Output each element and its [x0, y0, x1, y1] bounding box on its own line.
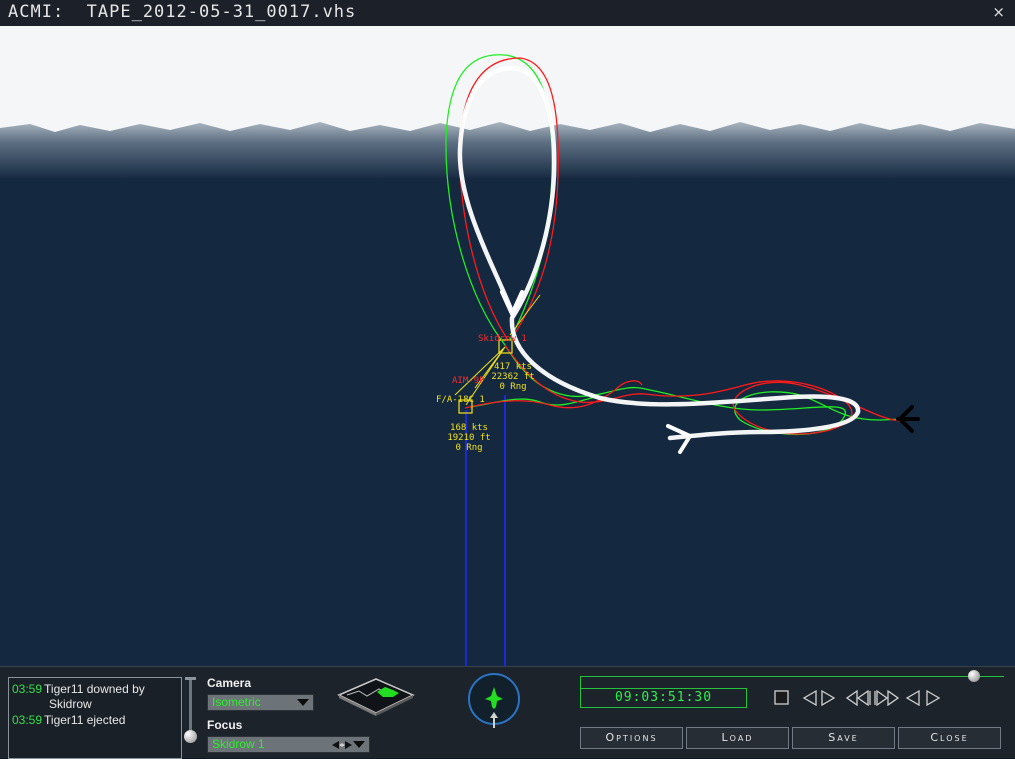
acmi-3d-view[interactable]: Skidrow 1 417 kts 22362 ft 0 Rng AIM-9P … [0, 26, 1015, 666]
playback-time: 09:03:51:30 [580, 688, 747, 708]
load-button-label: Load [721, 731, 754, 744]
log-entry: 03:59 Tiger11 ejected [12, 713, 125, 728]
log-entry: 03:59 Tiger11 downed by [12, 682, 145, 697]
save-button-label: Save [828, 731, 859, 744]
camera-dropdown[interactable]: Isometric [207, 694, 314, 711]
compass-heading-icon [468, 673, 520, 728]
control-panel: 03:59 Tiger11 downed by Skidrow 03:59 Tige… [0, 666, 1015, 759]
close-button-label: Close [930, 731, 969, 744]
close-window-icon[interactable]: × [992, 3, 1005, 21]
ground [0, 178, 1015, 666]
horizon-band [0, 122, 1015, 180]
fast-forward-icon[interactable] [873, 690, 899, 706]
chevron-down-icon [297, 699, 309, 706]
step-forward-icon[interactable] [820, 690, 838, 706]
focus-dropdown[interactable]: Skidrow 1 [207, 736, 370, 753]
skidrow-speed: 417 kts [494, 362, 532, 372]
log-text: Tiger11 downed by [44, 682, 145, 696]
timeline-track[interactable] [580, 676, 1004, 677]
options-button-label: Options [605, 731, 658, 744]
bandit-speed: 168 kts [450, 423, 488, 433]
load-button[interactable]: Load [686, 727, 789, 749]
rewind-icon[interactable] [846, 690, 872, 706]
skidrow-range: 0 Rng [499, 382, 527, 392]
log-time: 03:59 [12, 713, 43, 727]
prev-next-arrows-icon[interactable] [331, 740, 353, 750]
step-back-icon[interactable] [802, 690, 820, 706]
log-text: Tiger11 ejected [44, 713, 126, 727]
sky [0, 26, 1015, 136]
close-button[interactable]: Close [898, 727, 1001, 749]
title-bar: ACMI: TAPE_2012-05-31_0017.vhs × [0, 0, 1015, 27]
focus-label: Focus [207, 718, 243, 732]
play-icon[interactable] [925, 690, 943, 706]
log-entry-continued: Skidrow [49, 697, 92, 711]
stop-icon[interactable] [774, 690, 792, 706]
timeline-thumb[interactable] [968, 670, 981, 682]
focus-value: Skidrow 1 [212, 737, 265, 751]
log-scrollbar-cap [185, 677, 196, 680]
skidrow-callsign: Skidrow 1 [478, 334, 527, 344]
play-reverse-icon[interactable] [905, 690, 923, 706]
terrain-map-icon[interactable] [337, 677, 415, 717]
scene-canvas [0, 26, 1015, 666]
log-scrollbar-thumb[interactable] [184, 730, 197, 743]
bandit-range: 0 Rng [455, 443, 483, 453]
save-button[interactable]: Save [792, 727, 895, 749]
event-log: 03:59 Tiger11 downed by Skidrow 03:59 Tige… [8, 677, 182, 759]
bandit-altitude: 19210 ft [447, 433, 491, 443]
camera-label: Camera [207, 676, 252, 690]
options-button[interactable]: Options [580, 727, 683, 749]
log-time: 03:59 [12, 682, 43, 696]
bandit-callsign: F/A-18C 1 [436, 395, 485, 405]
camera-value: Isometric [212, 695, 261, 709]
chevron-down-icon [353, 741, 365, 748]
missile-label: AIM-9P [452, 376, 485, 386]
skidrow-altitude: 22362 ft [491, 372, 535, 382]
window-title: ACMI: TAPE_2012-05-31_0017.vhs [8, 2, 357, 22]
